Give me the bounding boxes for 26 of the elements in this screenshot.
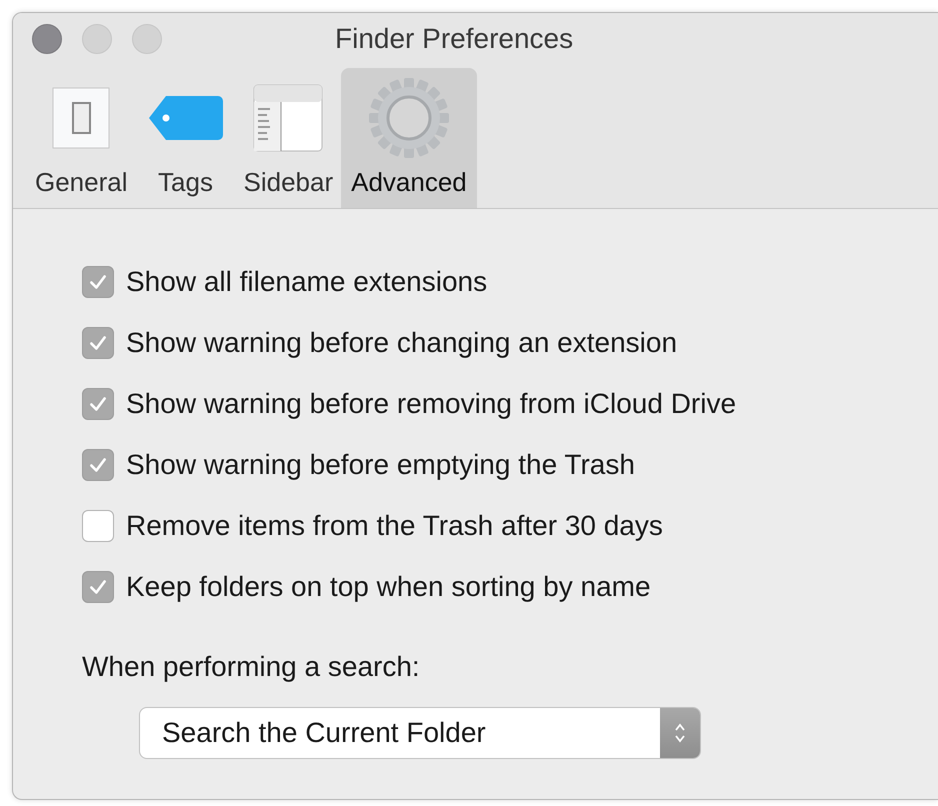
checkbox[interactable] [82,448,114,480]
tag-icon [148,95,224,141]
gear-icon [368,77,450,159]
option-checkbox[interactable]: Show all filename extensions [82,263,938,300]
toolbar-tab[interactable]: General [29,68,134,208]
toolbar-tab[interactable]: Sidebar [238,68,340,208]
toolbar-tab[interactable]: Advanced [341,68,477,208]
option-checkbox[interactable]: Show warning before changing an extension [82,324,938,361]
search-scope-popup[interactable]: Search the Current Folder [139,707,701,759]
checkbox[interactable] [82,266,114,298]
toolbar-tab[interactable]: Tags [142,68,230,208]
switch-icon [51,86,112,150]
option-checkbox[interactable]: Show warning before emptying the Trash [82,446,938,483]
option-checkbox[interactable]: Show warning before removing from iCloud Drive [82,385,938,422]
option-checkbox[interactable]: Remove items from the Trash after 30 days [82,507,938,544]
sidebar-window-icon [253,84,324,152]
close-button[interactable] [32,24,62,54]
zoom-button[interactable] [132,24,162,54]
checkbox[interactable] [82,570,114,602]
option-checkbox[interactable]: Keep folders on top when sorting by name [82,568,938,605]
checkbox[interactable] [82,510,114,542]
checkbox[interactable] [82,388,114,420]
checkbox[interactable] [82,326,114,358]
search-scope-label: When performing a search: [82,651,421,683]
window-title: Finder Preferences [335,23,574,55]
minimize-button[interactable] [82,24,112,54]
